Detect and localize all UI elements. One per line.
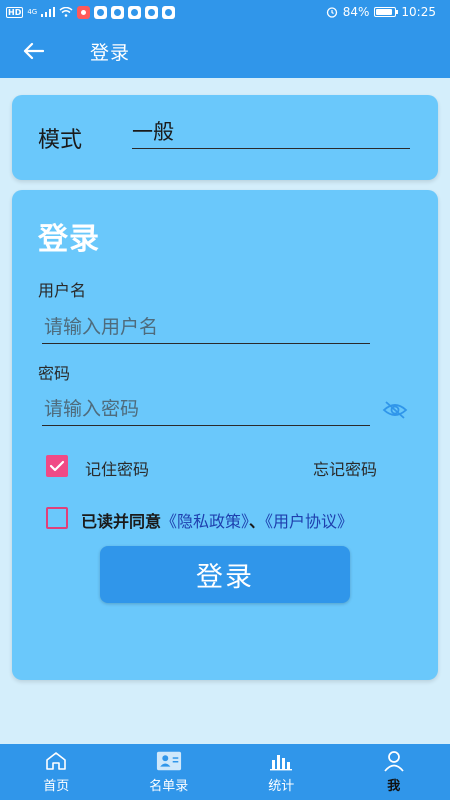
battery-percent: 84% bbox=[342, 5, 370, 19]
agree-separator: 、 bbox=[249, 512, 266, 531]
eye-off-icon bbox=[382, 401, 408, 419]
status-left: HD 4G bbox=[6, 5, 176, 19]
agree-prefix: 已读并同意 bbox=[81, 512, 162, 531]
privacy-policy-link[interactable]: 《隐私政策》 bbox=[161, 512, 249, 531]
login-heading: 登录 bbox=[38, 222, 100, 257]
back-arrow-icon bbox=[23, 42, 44, 60]
username-input[interactable] bbox=[42, 310, 370, 343]
username-field-wrap bbox=[42, 310, 370, 344]
back-button[interactable] bbox=[0, 24, 70, 78]
nav-label-roster: 名单录 bbox=[149, 779, 189, 794]
app-notification-icon bbox=[111, 5, 125, 19]
mode-selector[interactable]: 一般 bbox=[132, 117, 410, 149]
mode-value: 一般 bbox=[132, 120, 174, 144]
login-submit-button[interactable]: 登录 bbox=[100, 546, 350, 603]
nav-item-home[interactable]: 首页 bbox=[0, 744, 113, 800]
nav-label-me: 我 bbox=[387, 779, 401, 794]
app-notification-icon bbox=[94, 5, 108, 19]
forgot-password-link[interactable]: 忘记密码 bbox=[313, 456, 377, 480]
toggle-password-visibility-button[interactable] bbox=[382, 400, 408, 420]
user-agreement-link[interactable]: 《用户协议》 bbox=[265, 512, 353, 531]
username-label: 用户名 bbox=[38, 281, 87, 300]
app-bar: 登录 bbox=[0, 24, 450, 78]
password-field-wrap bbox=[42, 392, 370, 426]
page-title: 登录 bbox=[90, 41, 131, 64]
signal-icon bbox=[41, 7, 56, 17]
remember-password-label[interactable]: 记住密码 bbox=[85, 456, 149, 480]
login-card: 登录 用户名 密码 记住密码 忘记密码 已读并同意《隐私政策》、《用户协议》 登… bbox=[12, 190, 438, 680]
agree-terms-text: 已读并同意《隐私政策》、《用户协议》 bbox=[81, 508, 353, 532]
app-notification-icon bbox=[162, 5, 176, 19]
mode-card: 模式 一般 bbox=[12, 95, 438, 180]
clock: 10:25 bbox=[401, 5, 436, 19]
nav-label-home: 首页 bbox=[43, 779, 70, 794]
music-app-icon bbox=[77, 5, 91, 19]
home-icon bbox=[43, 750, 69, 772]
check-icon bbox=[49, 460, 65, 472]
nav-item-me[interactable]: 我 bbox=[338, 744, 450, 800]
app-notification-icon bbox=[145, 5, 159, 19]
alarm-icon bbox=[326, 7, 337, 18]
app-notification-icon bbox=[128, 5, 142, 19]
remember-password-checkbox[interactable] bbox=[46, 455, 68, 477]
nav-label-stats: 统计 bbox=[268, 779, 295, 794]
password-input[interactable] bbox=[42, 392, 370, 425]
wifi-icon bbox=[59, 7, 73, 17]
password-label: 密码 bbox=[38, 364, 71, 383]
agree-terms-checkbox[interactable] bbox=[46, 507, 68, 529]
contact-card-icon bbox=[156, 750, 182, 772]
nav-item-roster[interactable]: 名单录 bbox=[113, 744, 226, 800]
status-bar: HD 4G 84% 10:25 bbox=[0, 0, 450, 24]
status-right: 84% 10:25 bbox=[326, 5, 436, 19]
mode-label: 模式 bbox=[38, 128, 83, 153]
bottom-nav: 首页 名单录 统计 我 bbox=[0, 744, 450, 800]
user-icon bbox=[381, 750, 407, 772]
bar-chart-icon bbox=[268, 750, 294, 772]
nav-item-stats[interactable]: 统计 bbox=[225, 744, 338, 800]
hd-badge: HD bbox=[6, 6, 24, 18]
battery-icon bbox=[374, 7, 399, 17]
network-type: 4G bbox=[27, 8, 38, 16]
